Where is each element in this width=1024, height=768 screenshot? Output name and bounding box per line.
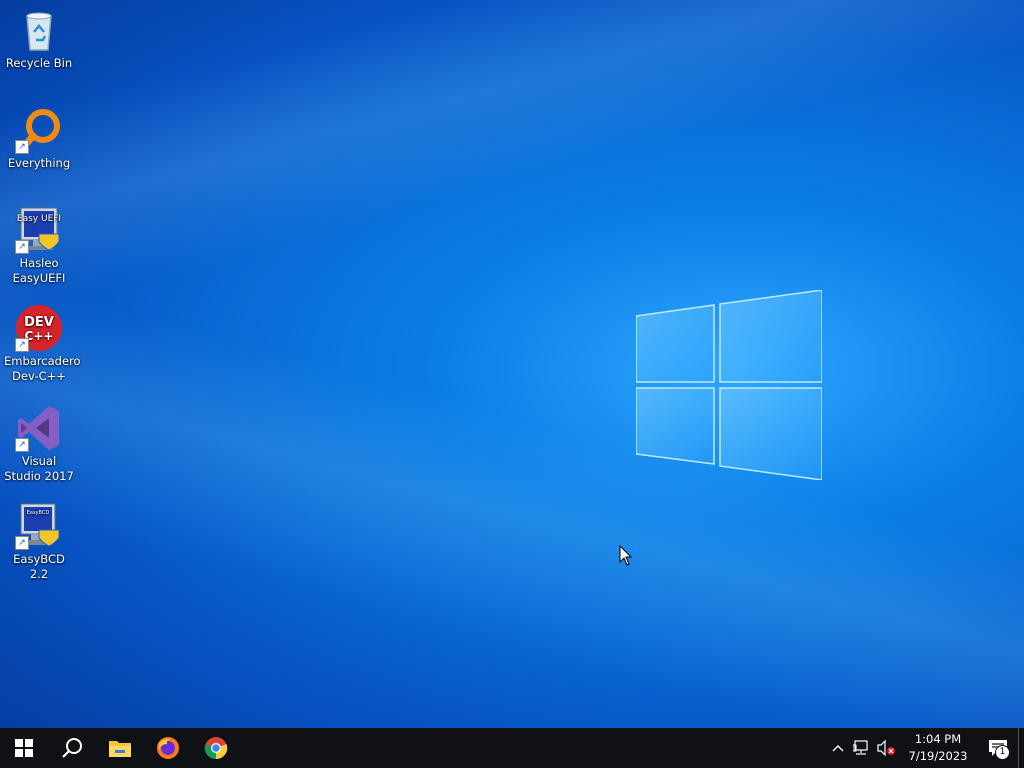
desktop-icon-easybcd[interactable]: EasyBCD ↗ EasyBCD 2.2 xyxy=(2,496,76,582)
firefox-button[interactable] xyxy=(144,728,192,768)
action-center-button[interactable]: 1 xyxy=(978,728,1018,768)
easybcd-badge-text: EasyBCD xyxy=(27,510,50,516)
desktop-icon-label: Everything xyxy=(7,156,71,170)
shortcut-arrow-icon: ↗ xyxy=(15,536,29,550)
busy-cursor-icon xyxy=(619,545,638,566)
network-button[interactable] xyxy=(850,728,874,768)
start-button[interactable] xyxy=(0,728,48,768)
clock-date: 7/19/2023 xyxy=(908,749,968,763)
shortcut-arrow-icon: ↗ xyxy=(15,140,29,154)
desktop-icon-recycle-bin[interactable]: Recycle Bin xyxy=(2,0,76,71)
shortcut-arrow-icon: ↗ xyxy=(15,240,29,254)
visual-studio-icon: ↗ xyxy=(15,404,63,452)
taskbar: 1:04 PM 7/19/2023 1 xyxy=(0,728,1024,768)
desktop-icon-label: EasyBCD 2.2 xyxy=(13,552,65,581)
show-desktop-button[interactable] xyxy=(1018,728,1024,768)
search-button[interactable] xyxy=(48,728,96,768)
easybcd-icon: EasyBCD ↗ xyxy=(15,502,63,550)
show-hidden-icons-button[interactable] xyxy=(826,728,850,768)
easyuefi-icon: Easy UEFI ↗ xyxy=(15,206,63,254)
devcpp-icon: DEV C++ ↗ xyxy=(15,304,63,352)
desktop-icon-devcpp[interactable]: DEV C++ ↗ Embarcadero Dev-C++ xyxy=(2,298,81,384)
desktop-icon-visual-studio[interactable]: ↗ Visual Studio 2017 xyxy=(2,398,76,484)
shortcut-arrow-icon: ↗ xyxy=(15,438,29,452)
desktop-icon-label: Hasleo EasyUEFI xyxy=(12,256,66,285)
desktop-icon-easyuefi[interactable]: Easy UEFI ↗ Hasleo EasyUEFI xyxy=(2,200,76,286)
desktop-icon-label: Visual Studio 2017 xyxy=(4,454,74,483)
notification-count-badge: 1 xyxy=(995,745,1010,760)
desktop-icon-everything[interactable]: ↗ Everything xyxy=(2,100,76,171)
devcpp-badge-line1: DEV xyxy=(24,315,54,330)
firefox-icon xyxy=(157,737,179,759)
windows-logo-wallpaper xyxy=(636,290,822,480)
clock[interactable]: 1:04 PM 7/19/2023 xyxy=(898,731,978,765)
shortcut-arrow-icon: ↗ xyxy=(15,338,29,352)
wallpaper-light-beams xyxy=(0,0,1024,728)
network-icon xyxy=(853,740,868,755)
start-icon xyxy=(15,739,33,757)
desktop-icon-label: Recycle Bin xyxy=(5,56,73,70)
file-explorer-button[interactable] xyxy=(96,728,144,768)
clock-time: 1:04 PM xyxy=(914,732,962,746)
chevron-up-icon xyxy=(832,745,844,752)
everything-search-icon: ↗ xyxy=(15,106,63,154)
chrome-icon xyxy=(204,737,228,760)
volume-button[interactable] xyxy=(874,728,898,768)
file-explorer-icon xyxy=(109,741,131,757)
volume-muted-icon xyxy=(877,740,895,756)
recycle-bin-icon xyxy=(15,6,63,54)
system-tray: 1:04 PM 7/19/2023 1 xyxy=(826,728,1024,768)
chrome-button[interactable] xyxy=(192,728,240,768)
desktop-icon-label: Embarcadero Dev-C++ xyxy=(4,354,81,383)
search-icon xyxy=(62,738,82,758)
easyuefi-badge-text: Easy UEFI xyxy=(17,214,61,224)
